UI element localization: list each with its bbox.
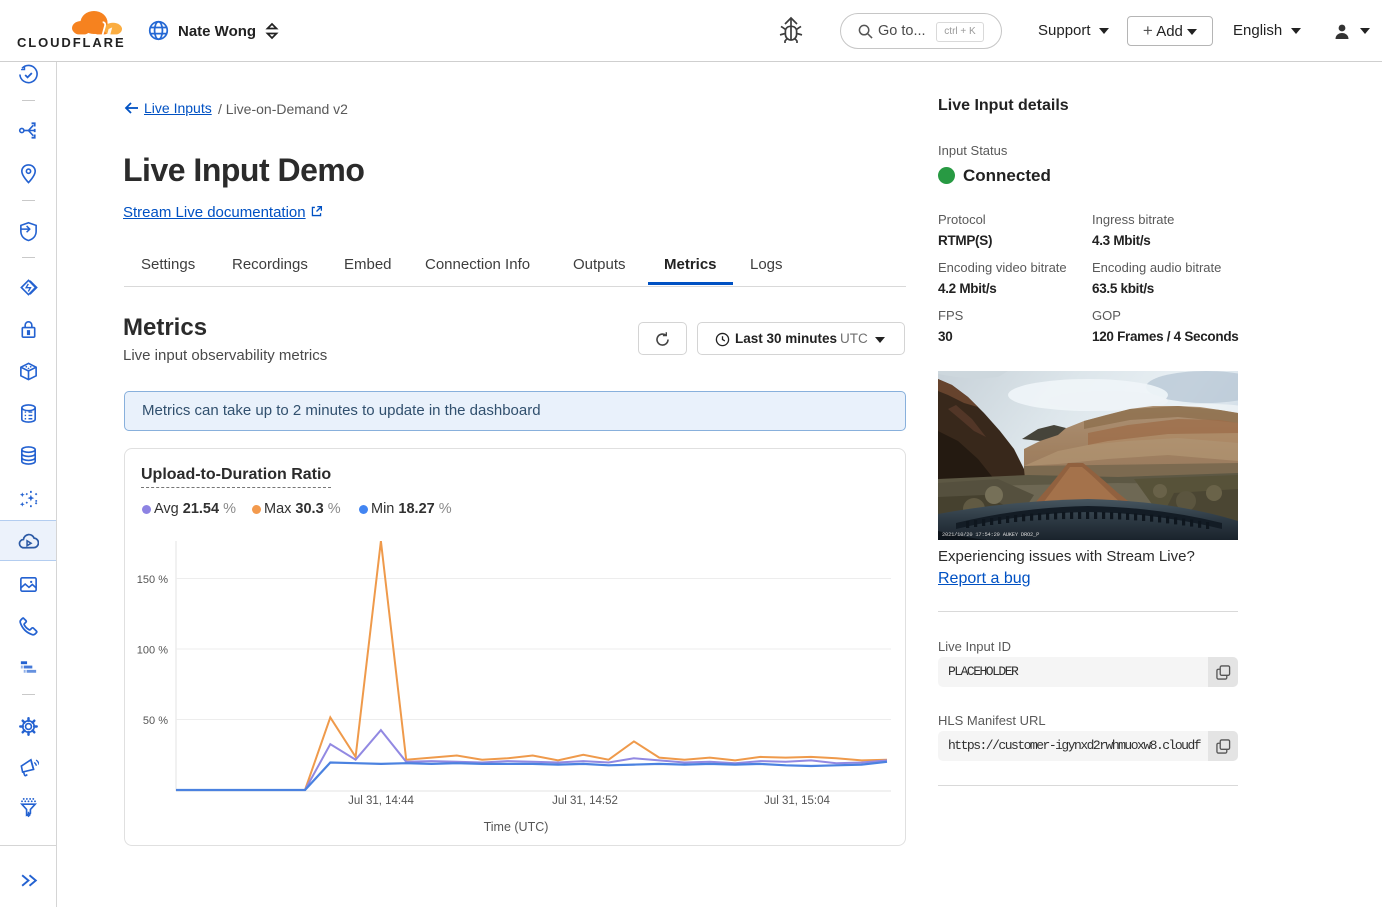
svg-text:150 %: 150 % <box>137 574 168 586</box>
svg-text:Jul 31, 15:04: Jul 31, 15:04 <box>764 795 830 807</box>
svg-text:50 %: 50 % <box>143 715 168 727</box>
svg-text:Time (UTC): Time (UTC) <box>484 820 549 834</box>
svg-text:Jul 31, 14:44: Jul 31, 14:44 <box>348 795 414 807</box>
svg-text:100 %: 100 % <box>137 645 168 657</box>
svg-text:2021/10/20 17:54:29 AUKEY DRO2: 2021/10/20 17:54:29 AUKEY DRO2_P <box>942 532 1039 538</box>
svg-text:Jul 31, 14:52: Jul 31, 14:52 <box>552 795 618 807</box>
